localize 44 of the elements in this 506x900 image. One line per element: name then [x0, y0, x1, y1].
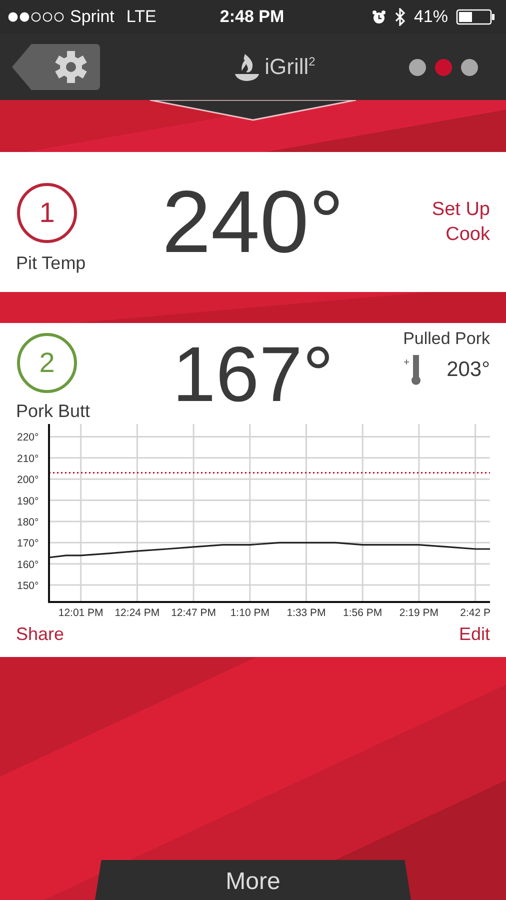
page-dot[interactable] [409, 58, 426, 76]
flame-icon [234, 52, 260, 82]
axis-label: 160° [17, 558, 39, 571]
carrier-name: Sprint [70, 7, 114, 27]
axis-label: 2:42 P [460, 607, 490, 619]
preset-name: Pulled Pork [403, 329, 490, 349]
share-link[interactable]: Share [16, 624, 64, 645]
axis-label: 150° [17, 580, 39, 592]
temperature-reading: 240° [160, 171, 345, 273]
axis-label: 12:01 PM [58, 607, 104, 619]
signal-dots-icon [8, 12, 64, 22]
edit-link[interactable]: Edit [458, 624, 490, 645]
bluetooth-icon [394, 8, 406, 26]
more-button[interactable]: More [95, 860, 411, 900]
setup-cook-link[interactable]: Set Up Cook [420, 197, 490, 247]
axis-label: 1:10 PM [230, 607, 270, 619]
target-temperature: 203° [446, 358, 490, 382]
battery-percent: 41% [414, 7, 448, 27]
probe-number: 2 [17, 333, 77, 393]
axis-label: 210° [17, 452, 39, 465]
axis-label: 12:24 PM [114, 607, 160, 619]
axis-label: 200° [17, 474, 39, 486]
axis-label: 170° [17, 538, 39, 550]
page-dot[interactable] [461, 58, 478, 76]
gear-icon [55, 51, 87, 83]
axis-label: 190° [17, 495, 39, 508]
axis-label: 180° [17, 516, 39, 528]
probe-number: 1 [17, 182, 77, 242]
app-logo: iGrill$^{2}$ [264, 54, 316, 80]
axis-label: 2:19 PM [399, 607, 438, 619]
axis-label: 1:56 PM [343, 607, 382, 619]
axis-label: 12:47 PM [171, 607, 216, 619]
probe-name: Pit Temp [16, 252, 86, 274]
back-button[interactable] [12, 44, 100, 90]
axis-label: 1:33 PM [286, 607, 326, 619]
temperature-reading: 167° [171, 329, 335, 420]
page-dot[interactable] [435, 58, 452, 76]
alarm-clock-icon [372, 10, 386, 24]
clock-time: 2:48 PM [220, 7, 284, 27]
probe-name: Pork Butt [16, 401, 90, 422]
battery-icon [456, 9, 496, 25]
axis-label: 220° [17, 432, 39, 444]
network-type: LTE [126, 7, 156, 27]
thermometer-icon [402, 353, 423, 387]
